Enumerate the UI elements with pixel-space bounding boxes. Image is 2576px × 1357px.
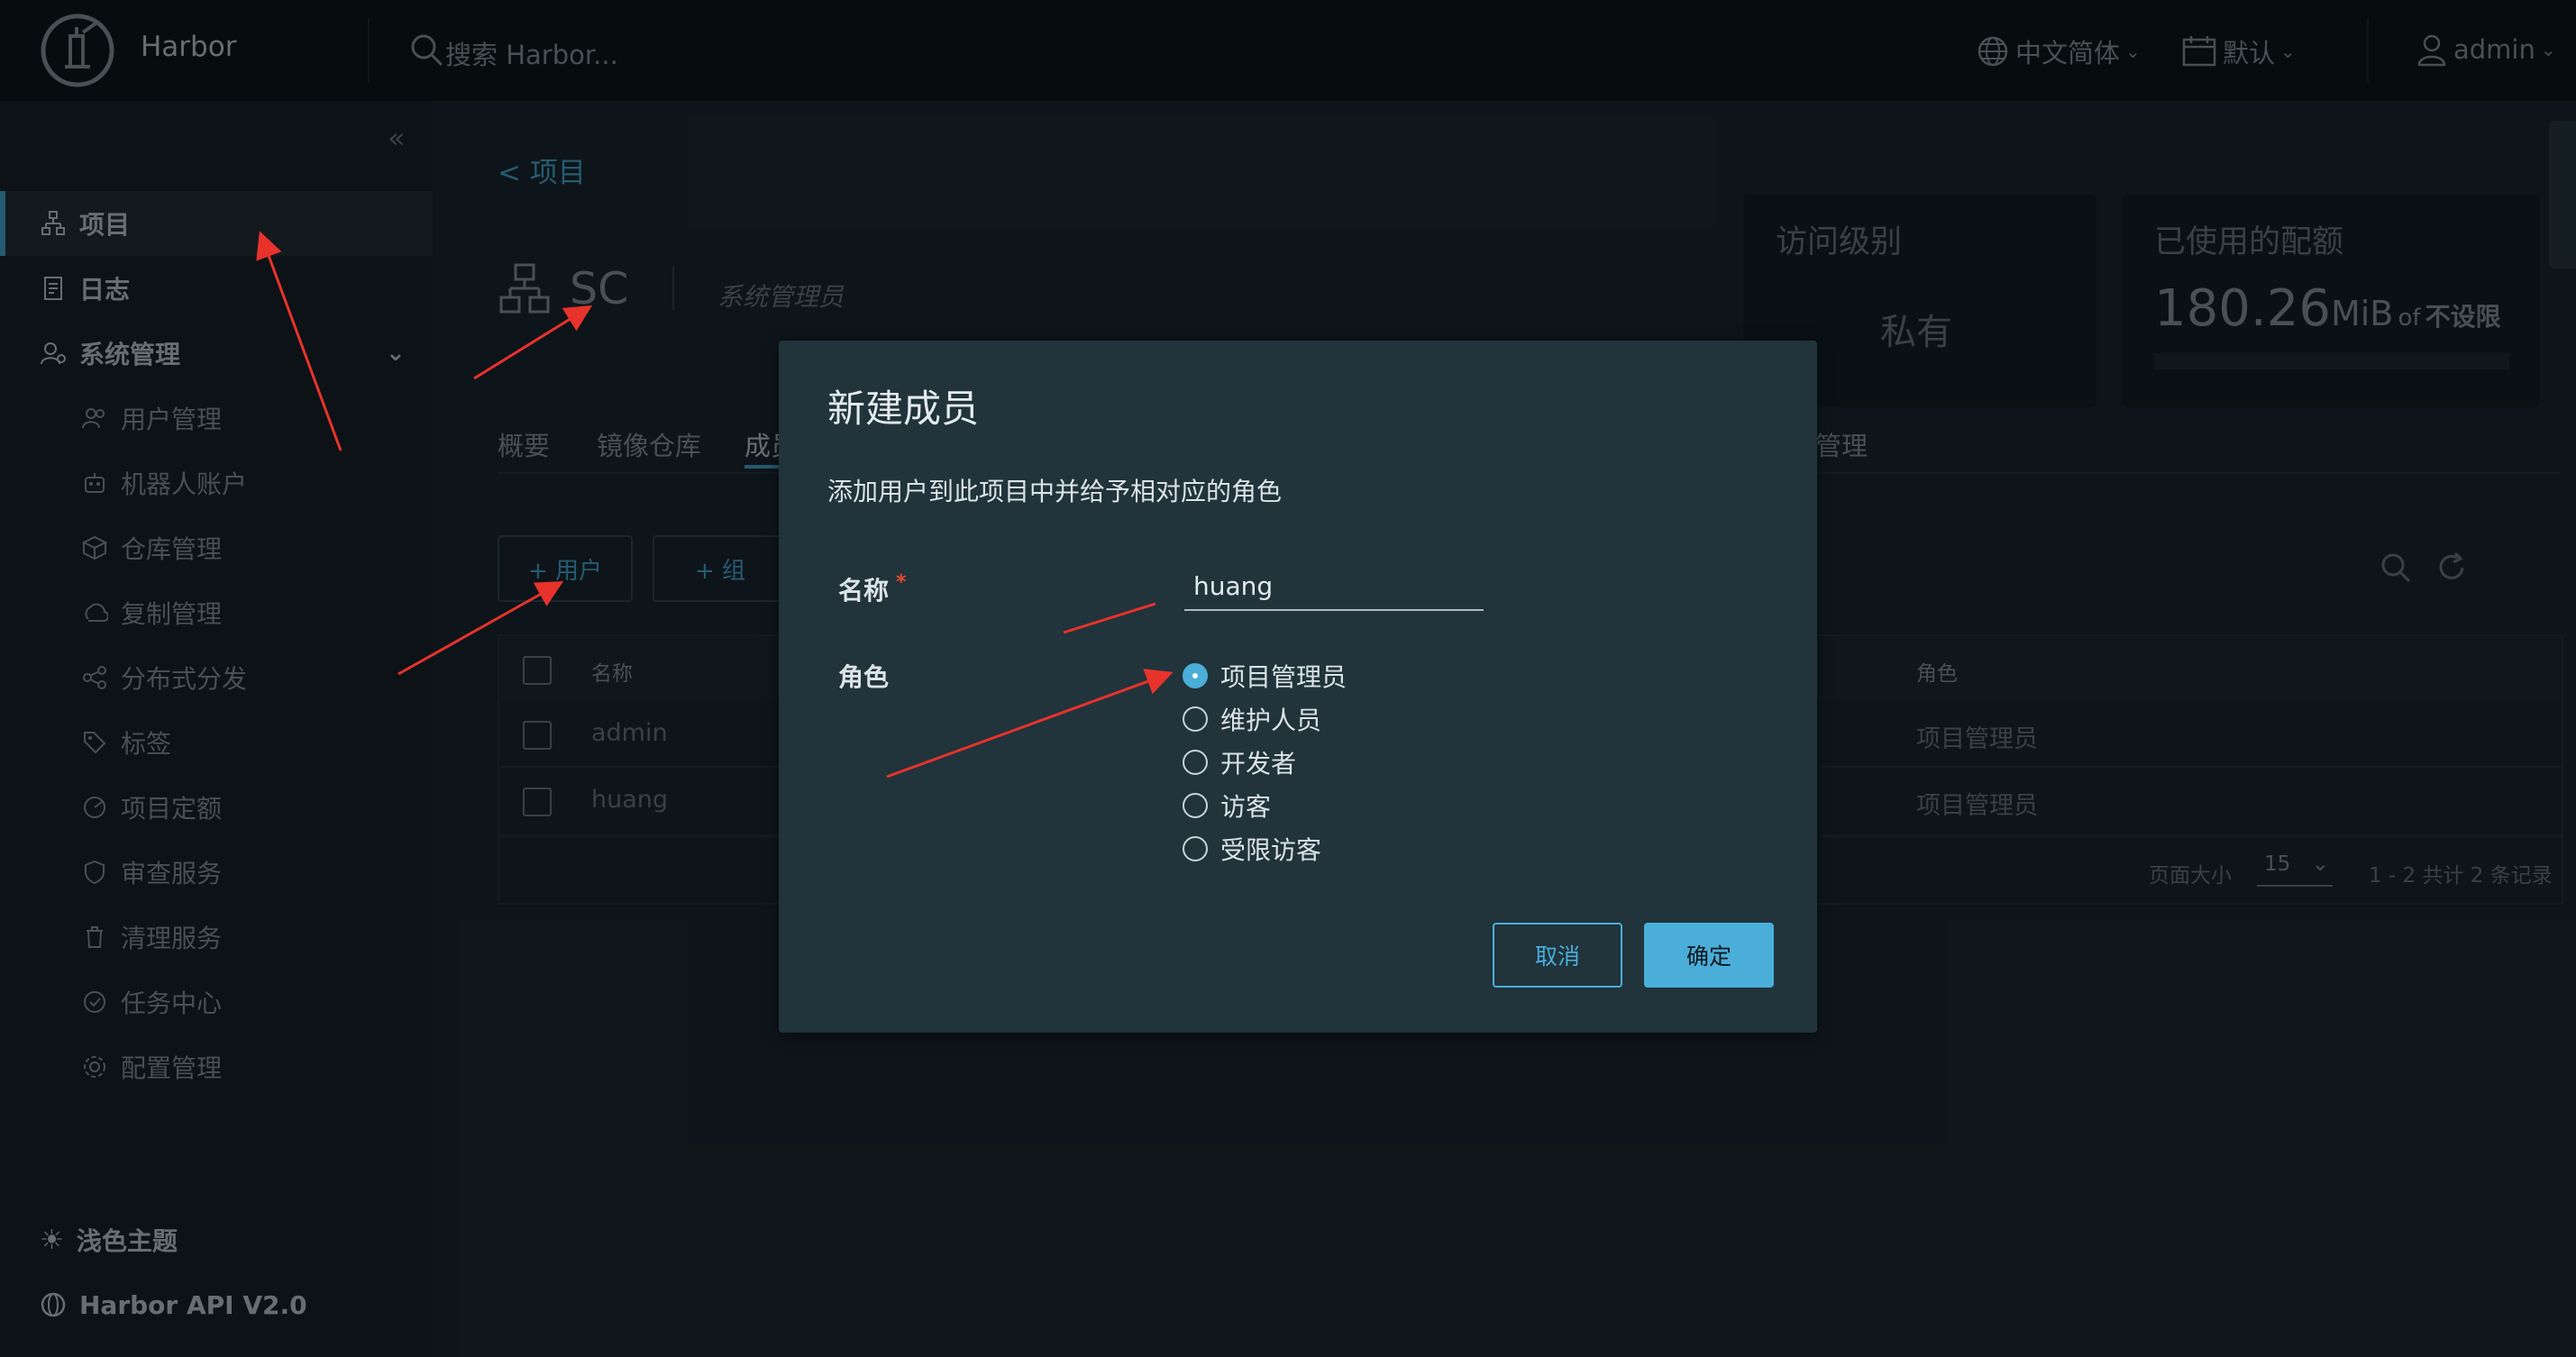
dialog-description: 添加用户到此项目中并给予相对应的角色: [827, 477, 1283, 506]
role-option-limited-guest[interactable]: 受限访客: [1183, 831, 1321, 867]
radio-icon[interactable]: [1183, 793, 1208, 818]
required-mark: *: [896, 571, 907, 594]
radio-checked-icon[interactable]: [1183, 663, 1208, 688]
name-label: 名称 *: [838, 571, 907, 607]
role-option-label: 维护人员: [1220, 706, 1322, 735]
role-option-label: 访客: [1220, 792, 1272, 822]
role-label: 角色: [838, 662, 890, 692]
confirm-button[interactable]: 确定: [1644, 923, 1774, 988]
new-member-dialog: 新建成员 添加用户到此项目中并给予相对应的角色 名称 * huang 角色 项目管…: [779, 341, 1817, 1033]
role-option-label: 受限访客: [1220, 835, 1322, 865]
radio-icon[interactable]: [1183, 836, 1208, 861]
role-option-label: 项目管理员: [1220, 662, 1347, 692]
cancel-button[interactable]: 取消: [1493, 923, 1622, 988]
radio-icon[interactable]: [1183, 750, 1208, 775]
name-label-text: 名称: [838, 576, 890, 606]
dialog-title: 新建成员: [827, 387, 980, 431]
member-name-input[interactable]: huang: [1184, 566, 1484, 611]
role-option-maintainer[interactable]: 维护人员: [1183, 701, 1321, 737]
role-option-guest[interactable]: 访客: [1183, 788, 1271, 824]
radio-icon[interactable]: [1183, 706, 1208, 732]
role-option-developer[interactable]: 开发者: [1183, 744, 1296, 780]
role-option-project-admin[interactable]: 项目管理员: [1183, 658, 1347, 694]
role-option-label: 开发者: [1220, 749, 1297, 779]
member-name-value: huang: [1193, 571, 1274, 601]
